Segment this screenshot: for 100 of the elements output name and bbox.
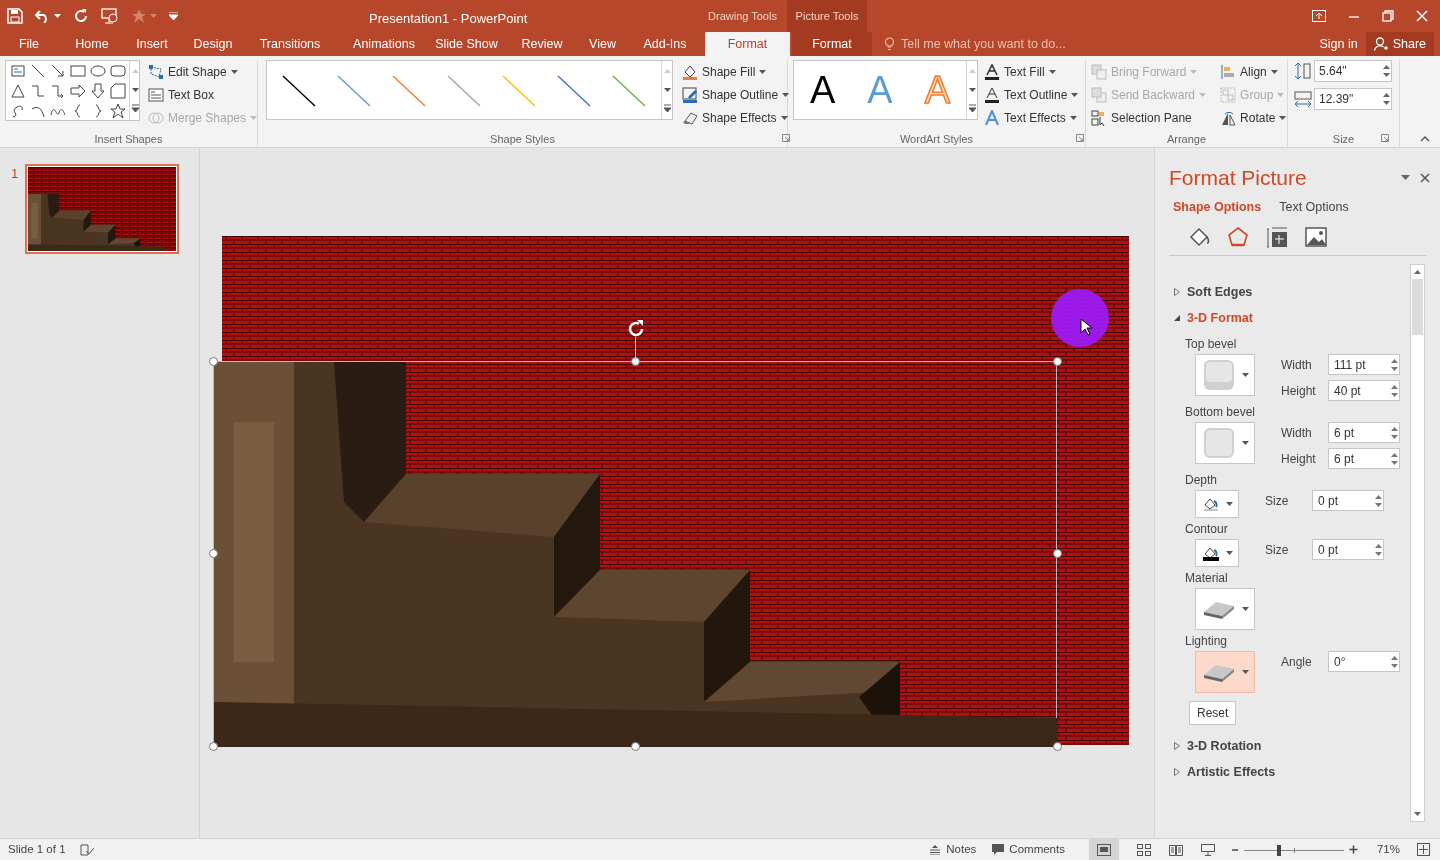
spinner-arrows-icon[interactable] bbox=[1390, 382, 1399, 399]
ribbon-tab[interactable]: Add-Ins bbox=[640, 32, 690, 56]
resize-handle[interactable] bbox=[1053, 742, 1062, 751]
slide-number: 1 bbox=[11, 165, 20, 183]
spin-field[interactable]: 0 pt bbox=[1312, 539, 1384, 561]
slider-thumb[interactable] bbox=[1276, 844, 1281, 856]
person-icon bbox=[1373, 37, 1388, 51]
ribbon-tab[interactable]: Slide Show bbox=[433, 32, 500, 56]
ribbon-command[interactable]: Text Outline bbox=[984, 83, 1079, 106]
spinner-arrows-icon[interactable] bbox=[1390, 653, 1399, 670]
wordart-preset[interactable]: A bbox=[810, 71, 836, 109]
spinner-arrows-icon[interactable] bbox=[1374, 541, 1383, 558]
spin-field[interactable]: 111 pt bbox=[1328, 354, 1400, 376]
spinner-arrows-icon[interactable] bbox=[1382, 63, 1391, 79]
ribbon-tab[interactable]: Review bbox=[519, 32, 565, 56]
section-header[interactable]: Soft Edges bbox=[1187, 282, 1253, 302]
ribbon-tab[interactable]: Format bbox=[705, 32, 790, 56]
ribbon-command[interactable]: Text Effects bbox=[984, 106, 1079, 129]
spinner-arrows-icon[interactable] bbox=[1390, 424, 1399, 441]
spinner-arrows-icon[interactable] bbox=[1382, 91, 1391, 107]
ribbon-tab[interactable]: Design bbox=[193, 32, 233, 56]
spin-field[interactable]: 40 pt bbox=[1328, 380, 1400, 402]
section-header[interactable]: 3-D Format bbox=[1187, 308, 1253, 328]
spelling-check-icon[interactable] bbox=[79, 843, 94, 856]
section-header[interactable]: Artistic Effects bbox=[1187, 762, 1276, 782]
zoom-slider[interactable] bbox=[1243, 843, 1344, 856]
pane-options-icon[interactable] bbox=[1401, 175, 1410, 181]
resize-handle[interactable] bbox=[631, 742, 640, 751]
field-label: Material bbox=[1185, 570, 1229, 588]
reset-button[interactable]: Reset bbox=[1189, 701, 1237, 726]
scrollbar[interactable] bbox=[1410, 264, 1425, 822]
ribbon-tab[interactable]: Home bbox=[75, 32, 109, 56]
share-button[interactable]: Share bbox=[1365, 32, 1434, 56]
star-icon[interactable] bbox=[131, 8, 147, 24]
zoom-in-icon[interactable] bbox=[1348, 845, 1358, 854]
rotate-handle-icon[interactable] bbox=[626, 319, 646, 339]
ribbon-command[interactable]: Text Fill bbox=[984, 60, 1079, 83]
section-header[interactable]: 3-D Rotation bbox=[1187, 736, 1262, 756]
scroll-thumb[interactable] bbox=[1412, 279, 1423, 336]
caret-icon bbox=[759, 69, 767, 74]
dialog-launcher-icon[interactable] bbox=[1381, 134, 1389, 142]
resize-handle[interactable] bbox=[209, 357, 218, 366]
notes-button[interactable]: Notes bbox=[929, 840, 977, 859]
ribbon-command[interactable]: Shape Fill bbox=[682, 60, 790, 83]
normal-view-button[interactable] bbox=[1088, 838, 1119, 860]
resize-handle[interactable] bbox=[1053, 549, 1062, 558]
normal-view-icon bbox=[1096, 843, 1111, 856]
spin-field[interactable]: 6 pt bbox=[1328, 448, 1400, 470]
spin-field[interactable]: 12.39" bbox=[1314, 88, 1392, 110]
collapsed-arrow-icon[interactable] bbox=[1173, 742, 1181, 751]
spin-field[interactable]: 0° bbox=[1328, 651, 1400, 673]
save-icon[interactable] bbox=[7, 8, 23, 24]
dialog-launcher-icon[interactable] bbox=[1076, 134, 1084, 142]
ribbon-command[interactable]: Shape Effects bbox=[682, 106, 790, 129]
pane-tab[interactable]: Text Options bbox=[1279, 197, 1349, 217]
sign-in-link[interactable]: Sign in bbox=[1311, 32, 1366, 56]
tell-me-field[interactable]: Tell me what you want to do... bbox=[901, 34, 1161, 54]
resize-handle[interactable] bbox=[209, 742, 218, 751]
dialog-launcher-icon[interactable] bbox=[782, 134, 790, 142]
ribbon-display-icon[interactable] bbox=[1312, 10, 1326, 22]
collapsed-arrow-icon[interactable] bbox=[1173, 288, 1181, 297]
spinner-arrows-icon[interactable] bbox=[1374, 492, 1383, 509]
ribbon-tab[interactable]: View bbox=[585, 32, 620, 56]
ribbon-tab[interactable]: Transitions bbox=[258, 32, 322, 56]
fit-slide-icon[interactable] bbox=[1417, 843, 1430, 856]
slide-show-icon[interactable] bbox=[1200, 843, 1215, 856]
repeat-icon[interactable] bbox=[73, 8, 89, 24]
expanded-arrow-icon[interactable] bbox=[1173, 314, 1181, 323]
ribbon-tab[interactable]: Animations bbox=[344, 32, 424, 56]
ribbon-tab[interactable]: File bbox=[12, 32, 46, 56]
spin-field[interactable]: 0 pt bbox=[1312, 490, 1384, 512]
size-properties-icon[interactable] bbox=[1266, 226, 1289, 250]
spinner-arrows-icon[interactable] bbox=[1390, 356, 1399, 373]
spin-field[interactable]: 5.64" bbox=[1314, 60, 1392, 82]
spin-field[interactable]: 6 pt bbox=[1328, 422, 1400, 444]
restore-icon[interactable] bbox=[1382, 10, 1394, 22]
ribbon-tab[interactable]: Insert bbox=[133, 32, 171, 56]
close-icon[interactable] bbox=[1420, 172, 1430, 183]
presenter-icon[interactable] bbox=[101, 8, 119, 24]
pane-tab[interactable]: Shape Options bbox=[1173, 197, 1262, 217]
slide-sorter-icon[interactable] bbox=[1136, 843, 1151, 856]
collapse-ribbon-icon[interactable] bbox=[1420, 136, 1430, 142]
resize-handle[interactable] bbox=[1053, 357, 1062, 366]
ribbon-command[interactable]: Rotate bbox=[1220, 106, 1287, 129]
ribbon-command[interactable]: Shape Outline bbox=[682, 83, 790, 106]
resize-handle[interactable] bbox=[209, 549, 218, 558]
collapsed-arrow-icon[interactable] bbox=[1173, 768, 1181, 777]
spinner-arrows-icon[interactable] bbox=[1390, 450, 1399, 467]
ribbon-command[interactable]: Edit Shape bbox=[148, 60, 258, 83]
preset-dropdown[interactable] bbox=[1195, 539, 1239, 568]
reading-view-icon[interactable] bbox=[1168, 843, 1183, 856]
zoom-percent[interactable]: 71% bbox=[1376, 840, 1400, 859]
ribbon-command[interactable]: Align bbox=[1220, 60, 1287, 83]
picture-icon[interactable] bbox=[1305, 226, 1328, 250]
bevel-icon bbox=[1201, 426, 1236, 461]
ribbon-tab[interactable]: Format bbox=[792, 32, 872, 56]
comments-button[interactable]: Comments bbox=[992, 840, 1065, 859]
customize-icon[interactable] bbox=[169, 12, 178, 20]
ribbon-command[interactable]: Selection Pane bbox=[1091, 106, 1207, 129]
ribbon-command[interactable]: Text Box bbox=[148, 83, 258, 106]
